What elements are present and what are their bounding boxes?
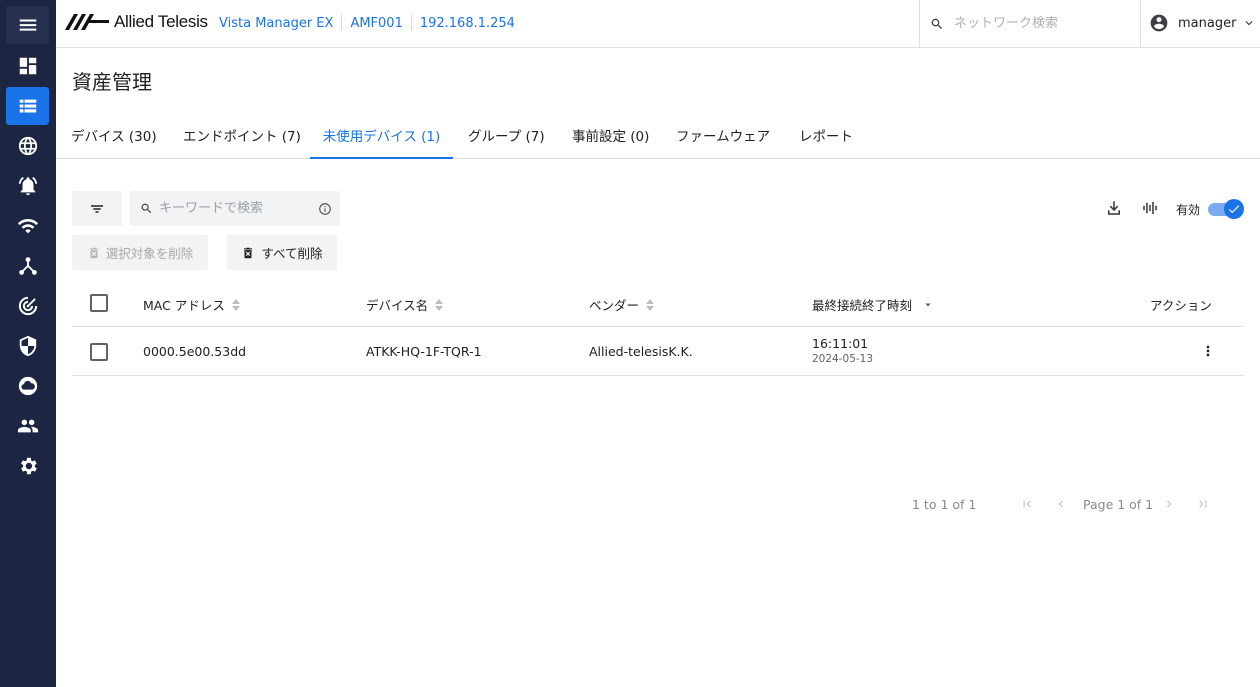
chevron-left-icon[interactable] [1054,497,1068,511]
globe-icon [18,136,37,156]
search-icon [141,203,152,214]
row-checkbox[interactable] [90,343,108,361]
sidebar-item-settings[interactable] [6,447,49,485]
tab-bar: デバイス (30) エンドポイント (7) 未使用デバイス (1) グループ (… [56,112,1260,159]
check-icon [1228,205,1240,214]
cloud-icon [18,376,37,396]
cell-vendor: Allied-telesisK.K. [589,344,693,359]
download-icon[interactable] [1105,199,1123,217]
delete-icon [89,247,98,258]
table-row[interactable]: 0000.5e00.53dd ATKK-HQ-1F-TQR-1 Allied-t… [72,328,1244,376]
column-settings-icon[interactable] [1141,199,1159,217]
column-last-connected-label: 最終接続終了時刻 [812,298,913,313]
cell-date: 2024-05-13 [812,353,874,365]
user-name: manager [1178,15,1237,31]
sidebar-item-monitor[interactable] [6,287,49,325]
last-page-icon[interactable] [1196,497,1210,511]
table-header: MAC アドレス デバイス名 ベンダー 最終接続終了時刻 アクション [72,280,1244,327]
account-circle-icon [1150,14,1168,32]
column-actions-label: アクション [1150,298,1212,313]
alarm-icon [18,177,37,196]
pagination-page: Page 1 of 1 [1083,497,1154,512]
tab-unused-devices[interactable]: 未使用デバイス (1) [310,112,453,159]
user-menu[interactable]: manager [1149,13,1256,33]
breadcrumb-divider [410,15,412,31]
sidebar-item-alerts[interactable] [6,167,49,205]
chevron-down-icon [1245,21,1253,26]
sidebar-item-wireless[interactable] [6,207,49,245]
list-icon [19,99,36,113]
page-title: 資産管理 [72,70,152,94]
tab-reports[interactable]: レポート [799,112,853,158]
brand-logo[interactable]: Allied Telesis [65,12,208,32]
cell-time: 16:11:01 [812,336,869,351]
tab-presets[interactable]: 事前設定 (0) [572,112,649,158]
cell-device-name: ATKK-HQ-1F-TQR-1 [366,344,482,359]
tab-endpoints[interactable]: エンドポイント (7) [183,112,301,158]
column-vendor[interactable]: ベンダー [589,295,655,314]
menu-button[interactable] [6,6,49,44]
tab-devices[interactable]: デバイス (30) [71,112,157,158]
brand-name: Allied Telesis [114,12,208,31]
sidebar-item-network[interactable] [6,127,49,165]
shield-icon [19,335,36,357]
breadcrumb: Vista Manager EX AMF001 192.168.1.254 [219,15,515,31]
sidebar-item-dashboard[interactable] [6,47,49,85]
column-mac-label: MAC アドレス [143,298,225,313]
sidebar-item-topology[interactable] [6,247,49,285]
tab-groups[interactable]: グループ (7) [468,112,545,158]
allied-telesis-logo-icon [65,14,109,30]
delete-icon [244,247,253,258]
sort-descending-icon [925,303,931,306]
column-vendor-label: ベンダー [589,298,640,313]
enabled-toggle[interactable] [1208,199,1244,219]
menu-icon [19,19,36,31]
column-device-name-label: デバイス名 [366,298,429,313]
enabled-toggle-label: 有効 [1176,203,1201,217]
chevron-right-icon[interactable] [1162,497,1176,511]
dashboard-icon [19,57,36,75]
network-search[interactable] [919,0,1141,47]
radar-icon [18,296,37,316]
breadcrumb-divider [341,15,343,31]
filter-button[interactable] [72,191,122,226]
keyword-search-input[interactable] [159,201,314,216]
keyword-search[interactable] [130,191,340,226]
breadcrumb-app[interactable]: Vista Manager EX [219,16,333,31]
breadcrumb-area[interactable]: AMF001 [350,16,402,31]
wifi-icon [17,219,38,234]
delete-all-label: すべて削除 [261,246,323,261]
more-vert-icon[interactable] [1200,342,1216,360]
sort-icon [435,298,444,311]
toggle-knob [1224,199,1244,219]
column-last-connected[interactable]: 最終接続終了時刻 [812,295,934,314]
column-actions: アクション [1150,295,1212,314]
tab-firmware[interactable]: ファームウェア [676,112,770,158]
sidebar-item-assets[interactable] [6,87,49,125]
topology-icon [18,257,37,275]
sort-icon [646,298,655,311]
delete-selected-button[interactable]: 選択対象を削除 [72,235,208,270]
delete-selected-label: 選択対象を削除 [105,246,194,261]
cell-mac: 0000.5e00.53dd [143,344,247,359]
column-mac[interactable]: MAC アドレス [143,295,241,314]
sidebar-item-cloud[interactable] [6,367,49,405]
column-device-name[interactable]: デバイス名 [366,295,444,314]
first-page-icon[interactable] [1020,497,1034,511]
info-icon[interactable] [318,202,332,216]
search-icon [931,18,942,29]
breadcrumb-ip[interactable]: 192.168.1.254 [420,16,515,31]
people-icon [17,419,38,433]
top-header: Allied Telesis Vista Manager EX AMF001 1… [56,0,1260,48]
gear-icon [20,457,37,475]
network-search-input[interactable] [954,16,1124,31]
sidebar [0,0,56,687]
sort-icon [231,298,240,311]
select-all-checkbox[interactable] [90,294,108,312]
pagination-range: 1 to 1 of 1 [912,497,977,512]
sidebar-item-security[interactable] [6,327,49,365]
filter-icon [91,204,103,213]
sidebar-item-users[interactable] [6,407,49,445]
delete-all-button[interactable]: すべて削除 [227,235,337,270]
